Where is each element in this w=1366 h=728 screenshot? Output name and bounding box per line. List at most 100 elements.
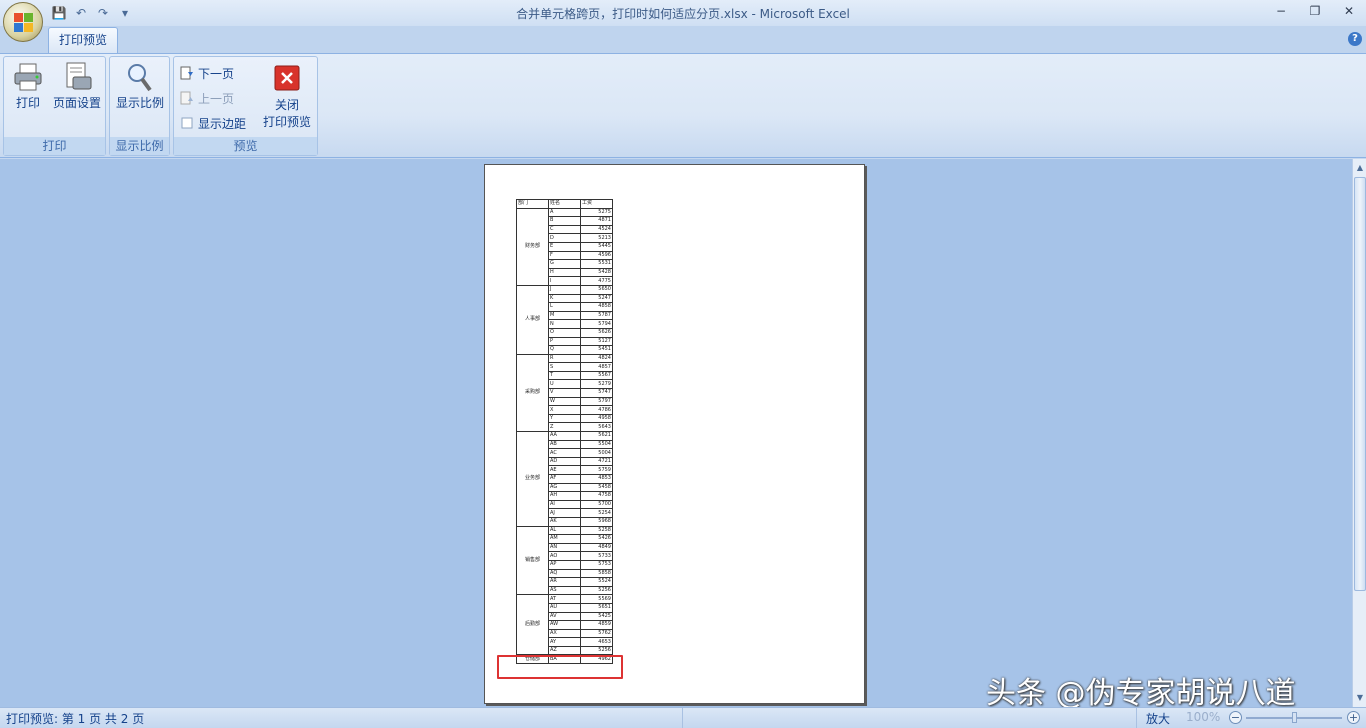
salary-cell: 5621 bbox=[580, 431, 613, 441]
name-cell: G bbox=[548, 259, 581, 269]
name-cell: L bbox=[548, 302, 581, 312]
salary-cell: 5127 bbox=[580, 336, 613, 347]
salary-cell: 5797 bbox=[580, 396, 613, 407]
salary-cell: 5254 bbox=[580, 508, 613, 518]
show-margins-checkbox[interactable]: 显示边距 bbox=[180, 113, 246, 133]
name-cell: AK bbox=[548, 516, 581, 527]
close-window-button[interactable]: ✕ bbox=[1332, 0, 1366, 22]
name-cell: J bbox=[548, 284, 581, 295]
salary-cell: 5275 bbox=[580, 207, 613, 218]
name-cell: V bbox=[548, 388, 581, 398]
salary-cell: 5247 bbox=[580, 293, 613, 304]
name-cell: AT bbox=[548, 594, 581, 604]
name-cell: Q bbox=[548, 345, 581, 355]
name-cell: N bbox=[548, 319, 581, 329]
watermark: 头条 @伪专家胡说八道 bbox=[986, 676, 1296, 711]
zoom-slider-thumb[interactable] bbox=[1292, 712, 1297, 723]
previous-page-label: 上一页 bbox=[198, 91, 235, 106]
help-icon[interactable]: ? bbox=[1348, 32, 1362, 46]
salary-cell: 4824 bbox=[580, 353, 613, 364]
status-text: 打印预览: 第 1 页 共 2 页 bbox=[6, 712, 145, 726]
header-cell: 工资 bbox=[580, 199, 613, 209]
department-cell: 销售部 bbox=[516, 525, 549, 596]
zoom-in-icon[interactable]: + bbox=[1347, 711, 1360, 724]
salary-cell: 5733 bbox=[580, 551, 613, 561]
name-cell: K bbox=[548, 293, 581, 304]
name-cell: AW bbox=[548, 620, 581, 630]
salary-cell: 5445 bbox=[580, 241, 613, 252]
red-highlight-box bbox=[497, 655, 623, 679]
header-row: 部门 姓名 工资 bbox=[516, 199, 613, 209]
salary-cell: 5700 bbox=[580, 499, 613, 510]
preview-group: 下一页 上一页 显示边距 关闭 打印预览 预览 bbox=[173, 56, 318, 156]
department-cell: 采购部 bbox=[516, 353, 549, 433]
salary-cell: 4758 bbox=[580, 491, 613, 501]
scroll-thumb[interactable] bbox=[1354, 177, 1366, 591]
next-page-button[interactable]: 下一页 bbox=[180, 63, 234, 83]
preview-group-label: 预览 bbox=[174, 137, 317, 155]
spreadsheet-table: 部门 姓名 工资 财务部 A 5275 B 4871 C 4524 D 5213 E 5445 F 4596 G… bbox=[516, 199, 613, 665]
name-cell: AI bbox=[548, 499, 581, 510]
name-cell: X bbox=[548, 405, 581, 415]
salary-cell: 5279 bbox=[580, 379, 613, 390]
name-cell: S bbox=[548, 362, 581, 372]
vertical-scrollbar[interactable]: ▲ ▼ bbox=[1352, 159, 1366, 707]
zoom-percentage: 100% bbox=[1186, 710, 1221, 724]
name-cell: P bbox=[548, 336, 581, 347]
name-cell: B bbox=[548, 216, 581, 226]
name-cell: M bbox=[548, 310, 581, 321]
previous-page-button[interactable]: 上一页 bbox=[180, 88, 234, 108]
name-cell: F bbox=[548, 250, 581, 261]
department-cell: 财务部 bbox=[516, 207, 549, 286]
close-print-preview-button[interactable]: 关闭 打印预览 bbox=[258, 65, 316, 131]
table-row: 销售部 AL 5258 bbox=[516, 525, 613, 596]
name-cell: AU bbox=[548, 602, 581, 613]
salary-cell: 5626 bbox=[580, 327, 613, 338]
page-setup-button[interactable]: 页面设置 bbox=[50, 61, 104, 112]
title-bar: 💾 ↶ ↷ ▾ 合并单元格跨页，打印时如何适应分页.xlsx - Microso… bbox=[0, 0, 1366, 26]
window-title: 合并单元格跨页，打印时如何适应分页.xlsx - Microsoft Excel bbox=[516, 7, 850, 21]
name-cell: AX bbox=[548, 628, 581, 639]
name-cell: C bbox=[548, 224, 581, 235]
scroll-up-icon[interactable]: ▲ bbox=[1354, 161, 1366, 175]
table-row: 人事部 J 5650 bbox=[516, 284, 613, 355]
salary-cell: 5213 bbox=[580, 233, 613, 243]
restore-button[interactable]: ❐ bbox=[1298, 0, 1332, 22]
name-cell: W bbox=[548, 396, 581, 407]
salary-cell: 5643 bbox=[580, 422, 613, 433]
show-margins-label: 显示边距 bbox=[198, 116, 247, 131]
zoom-button[interactable]: 显示比例 bbox=[113, 61, 167, 112]
salary-cell: 4596 bbox=[580, 250, 613, 261]
name-cell: D bbox=[548, 233, 581, 243]
page-setup-icon bbox=[61, 61, 93, 93]
salary-cell: 5426 bbox=[580, 534, 613, 544]
print-label: 打印 bbox=[15, 96, 40, 110]
status-separator bbox=[682, 708, 683, 728]
salary-cell: 5650 bbox=[580, 284, 613, 295]
print-group-label: 打印 bbox=[4, 137, 105, 155]
salary-cell: 5504 bbox=[580, 439, 613, 450]
salary-cell: 5428 bbox=[580, 267, 613, 278]
salary-cell: 5569 bbox=[580, 594, 613, 604]
name-cell: AJ bbox=[548, 508, 581, 518]
name-cell: AH bbox=[548, 491, 581, 501]
printer-icon bbox=[12, 61, 44, 93]
salary-cell: 4871 bbox=[580, 216, 613, 226]
name-cell: AF bbox=[548, 474, 581, 484]
salary-cell: 5004 bbox=[580, 448, 613, 458]
print-button[interactable]: 打印 bbox=[8, 61, 48, 112]
name-cell: Y bbox=[548, 413, 581, 424]
name-cell: AD bbox=[548, 456, 581, 467]
name-cell: T bbox=[548, 370, 581, 381]
scroll-down-icon[interactable]: ▼ bbox=[1354, 691, 1366, 705]
minimize-button[interactable]: − bbox=[1264, 0, 1298, 22]
name-cell: R bbox=[548, 353, 581, 364]
zoom-in-label[interactable]: 放大 bbox=[1146, 710, 1170, 727]
department-cell: 人事部 bbox=[516, 284, 549, 355]
zoom-out-icon[interactable]: − bbox=[1229, 711, 1242, 724]
tab-print-preview[interactable]: 打印预览 bbox=[48, 27, 118, 53]
name-cell: AV bbox=[548, 611, 581, 622]
office-button[interactable] bbox=[3, 2, 43, 42]
salary-cell: 5651 bbox=[580, 602, 613, 613]
print-group: 打印 页面设置 打印 bbox=[3, 56, 106, 156]
